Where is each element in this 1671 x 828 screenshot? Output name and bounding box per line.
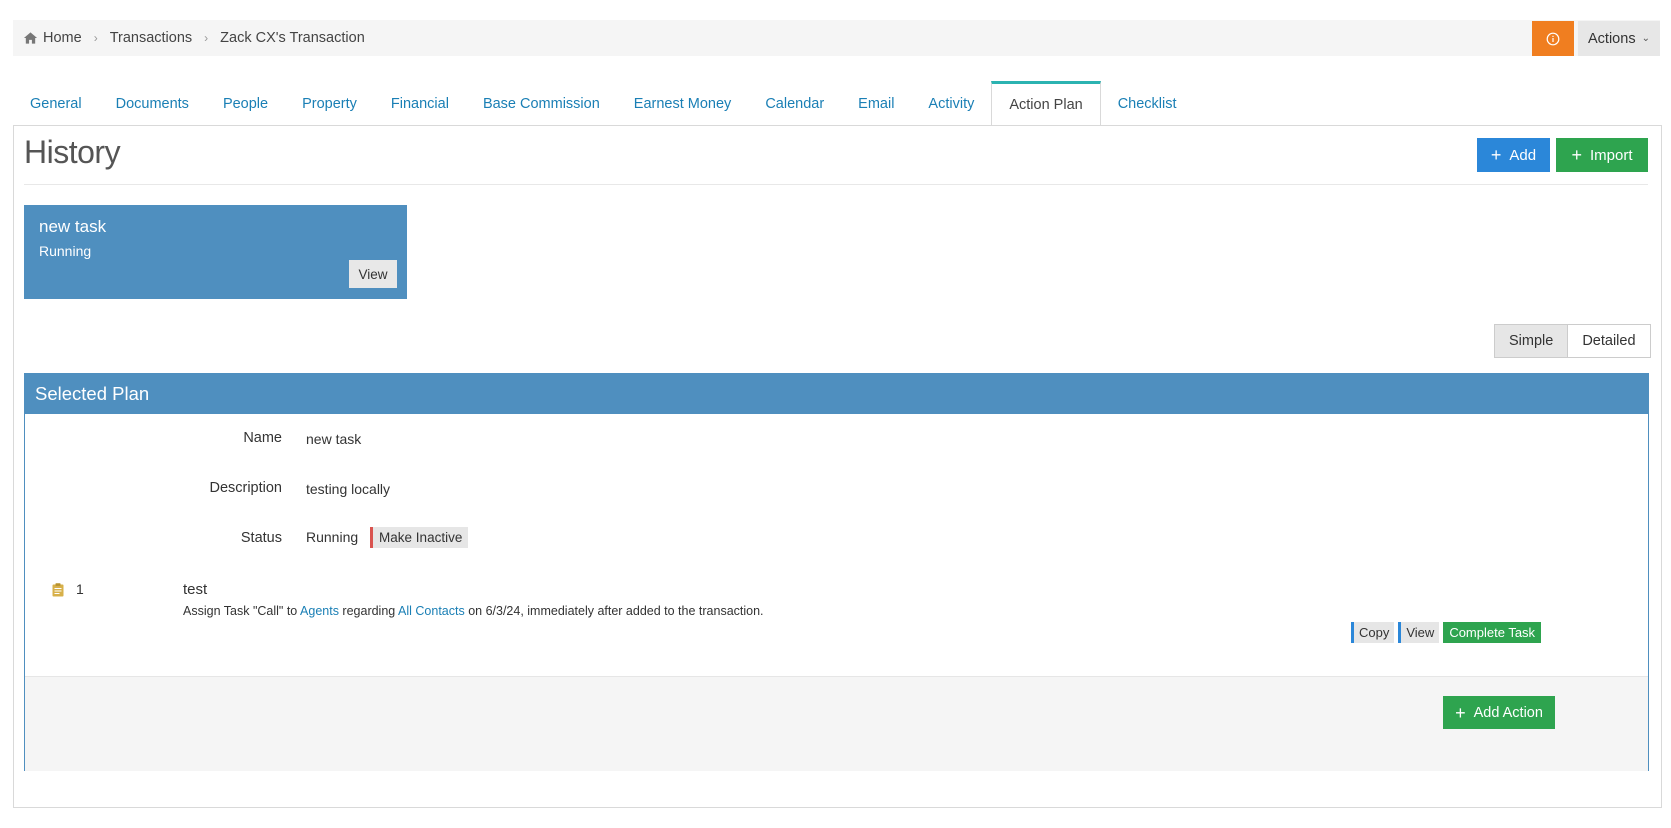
task-desc-mid: regarding xyxy=(338,604,399,618)
plan-card-name: new task xyxy=(39,217,107,236)
description-label: Description xyxy=(209,480,282,496)
tab-checklist[interactable]: Checklist xyxy=(1101,81,1194,126)
selected-plan-header: Selected Plan xyxy=(25,374,1648,414)
agents-link[interactable]: Agents xyxy=(300,604,339,618)
all-contacts-link[interactable]: All Contacts xyxy=(398,604,465,618)
name-label: Name xyxy=(243,430,282,446)
make-inactive-button[interactable]: Make Inactive xyxy=(370,527,469,548)
tab-financial[interactable]: Financial xyxy=(374,81,466,126)
plan-card-view-button[interactable]: View xyxy=(349,260,397,288)
plan-card-status: Running xyxy=(39,243,92,259)
info-button[interactable] xyxy=(1532,21,1574,56)
view-mode-toggle: Simple Detailed xyxy=(1494,324,1651,358)
tab-property[interactable]: Property xyxy=(285,81,374,126)
breadcrumb-transactions[interactable]: Transactions xyxy=(110,30,192,46)
plan-card[interactable]: new task Running View xyxy=(24,205,407,299)
tab-general[interactable]: General xyxy=(13,81,99,126)
add-action-button[interactable]: + Add Action xyxy=(1443,696,1555,729)
status-row: Running Make Inactive xyxy=(306,527,469,548)
add-action-label: Add Action xyxy=(1473,704,1543,721)
copy-task-button[interactable]: Copy xyxy=(1351,622,1395,643)
task-desc-suffix: on 6/3/24, immediately after added to th… xyxy=(464,604,764,618)
breadcrumb-home-label: Home xyxy=(43,30,82,46)
selected-plan-footer: + Add Action xyxy=(25,676,1648,771)
tab-action-plan[interactable]: Action Plan xyxy=(991,81,1101,126)
status-value: Running xyxy=(306,529,359,545)
view-task-button[interactable]: View xyxy=(1398,622,1440,643)
divider xyxy=(24,184,1648,185)
clipboard-icon xyxy=(52,583,64,597)
complete-task-button[interactable]: Complete Task xyxy=(1443,622,1542,643)
breadcrumb-current: Zack CX's Transaction xyxy=(220,30,365,46)
action-plan-panel: History + Add + Import new task Running … xyxy=(13,125,1662,808)
task-description: Assign Task "Call" to Agents regarding A… xyxy=(183,604,764,618)
simple-view-button[interactable]: Simple xyxy=(1495,325,1569,357)
actions-label: Actions xyxy=(1588,30,1636,47)
tab-earnest-money[interactable]: Earnest Money xyxy=(617,81,749,126)
info-icon xyxy=(1546,32,1560,45)
plus-icon: + xyxy=(1571,145,1582,165)
home-icon xyxy=(23,32,38,44)
task-title: test xyxy=(183,581,208,598)
breadcrumb-home[interactable]: Home xyxy=(23,30,82,46)
description-value: testing locally xyxy=(306,481,391,497)
add-button-label: Add xyxy=(1509,146,1537,164)
import-button-label: Import xyxy=(1590,146,1633,164)
page-title: History xyxy=(24,134,121,170)
detailed-view-button[interactable]: Detailed xyxy=(1568,325,1649,357)
tab-bar: General Documents People Property Financ… xyxy=(13,81,1194,126)
breadcrumb: Home › Transactions › Zack CX's Transact… xyxy=(23,20,365,56)
tab-calendar[interactable]: Calendar xyxy=(748,81,841,126)
task-actions: Copy View Complete Task xyxy=(1351,622,1542,643)
tab-activity[interactable]: Activity xyxy=(911,81,991,126)
plus-icon: + xyxy=(1490,145,1502,165)
chevron-right-icon: › xyxy=(93,31,98,45)
task-desc-prefix: Assign Task "Call" to xyxy=(183,604,301,618)
selected-plan-box: Selected Plan Name new task Description … xyxy=(24,373,1649,771)
add-button[interactable]: + Add xyxy=(1477,138,1550,172)
task-number: 1 xyxy=(76,581,84,597)
actions-dropdown[interactable]: Actions ⌄ xyxy=(1578,21,1660,56)
breadcrumb-bar: Home › Transactions › Zack CX's Transact… xyxy=(13,20,1660,56)
import-button[interactable]: + Import xyxy=(1556,138,1648,172)
plus-icon: + xyxy=(1455,702,1466,723)
chevron-right-icon: › xyxy=(204,31,209,45)
tab-documents[interactable]: Documents xyxy=(99,81,206,126)
tab-people[interactable]: People xyxy=(206,81,285,126)
tab-base-commission[interactable]: Base Commission xyxy=(466,81,617,126)
name-value: new task xyxy=(306,431,362,447)
status-label: Status xyxy=(240,530,282,546)
chevron-down-icon: ⌄ xyxy=(1641,33,1650,44)
tab-email[interactable]: Email xyxy=(841,81,911,126)
